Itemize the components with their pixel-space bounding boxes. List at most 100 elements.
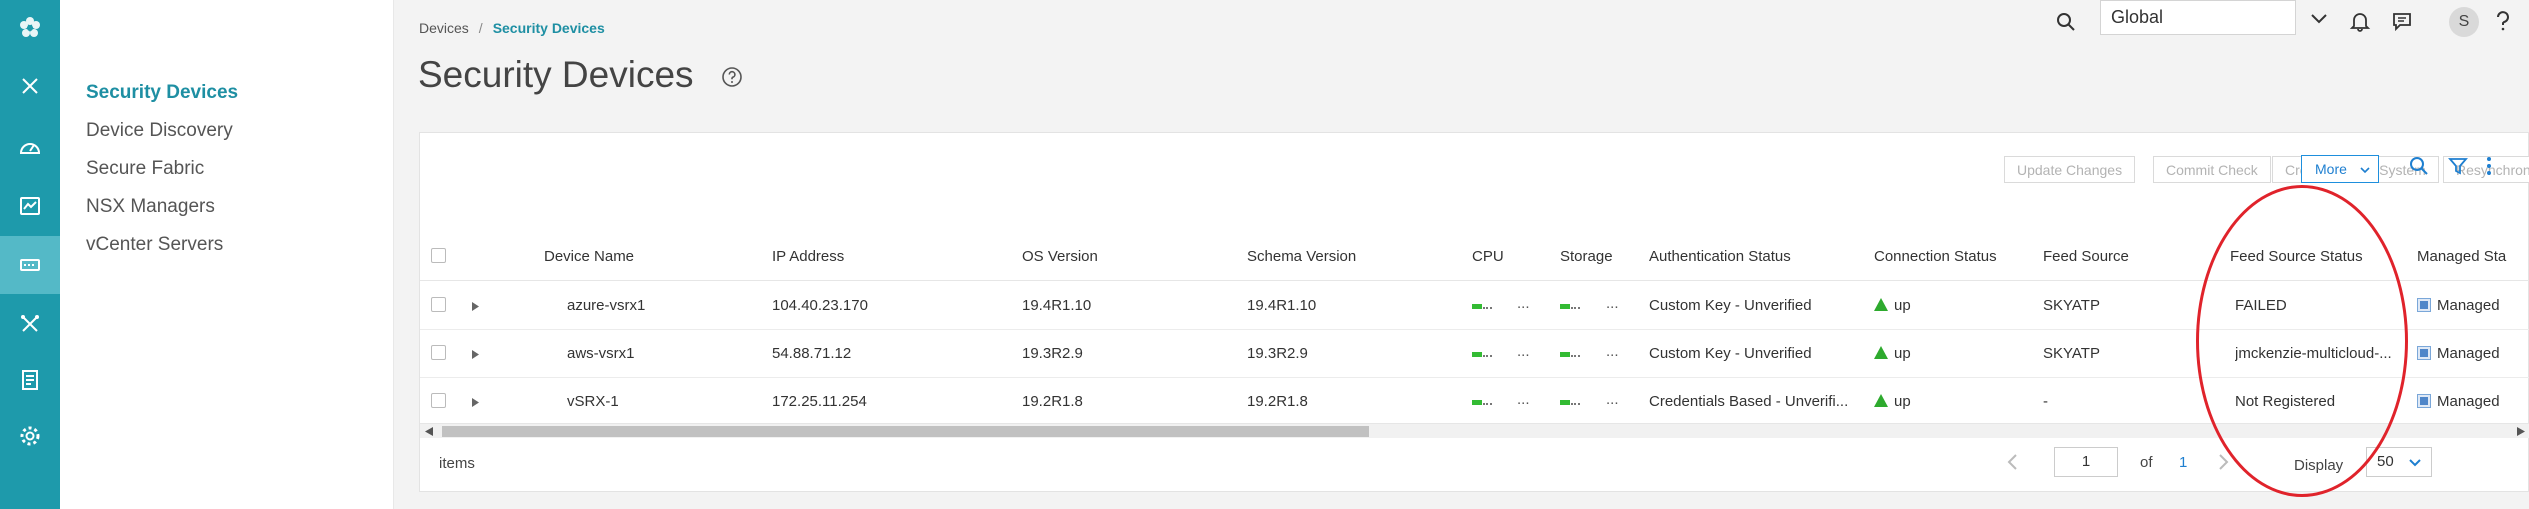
items-label: items bbox=[439, 455, 475, 472]
more-vertical-icon[interactable] bbox=[2478, 155, 2500, 177]
column-header-device-name[interactable]: Device Name bbox=[544, 233, 634, 281]
column-header-feed-source[interactable]: Feed Source bbox=[2043, 233, 2129, 281]
managed-icon bbox=[2417, 346, 2431, 360]
column-header-storage[interactable]: Storage bbox=[1560, 233, 1613, 281]
tools-icon[interactable] bbox=[0, 296, 60, 352]
feed-source-cell: SKYATP bbox=[2043, 297, 2100, 314]
column-header-ip-address[interactable]: IP Address bbox=[772, 233, 844, 281]
update-changes-button[interactable]: Update Changes bbox=[2004, 156, 2136, 183]
managed-icon bbox=[2417, 298, 2431, 312]
cpu-more-indicator: ... bbox=[1517, 343, 1530, 360]
column-header-os-version[interactable]: OS Version bbox=[1022, 233, 1098, 281]
help-icon[interactable] bbox=[2492, 10, 2514, 32]
flower-logo-icon[interactable] bbox=[0, 0, 60, 56]
select-all-checkbox[interactable] bbox=[431, 248, 446, 263]
managed-status-label: Managed bbox=[2437, 345, 2500, 362]
scope-select[interactable]: Global bbox=[2100, 0, 2296, 35]
managed-icon bbox=[2417, 394, 2431, 408]
scroll-left-icon[interactable] bbox=[425, 427, 433, 436]
close-icon[interactable] bbox=[0, 58, 60, 114]
messages-icon[interactable] bbox=[2391, 10, 2413, 32]
managed-status-cell: Managed bbox=[2417, 330, 2529, 378]
column-header-schema-version[interactable]: Schema Version bbox=[1247, 233, 1356, 281]
managed-status-label: Managed bbox=[2437, 297, 2500, 314]
storage-usage-bar bbox=[1560, 400, 1580, 406]
row-checkbox[interactable] bbox=[431, 297, 446, 312]
devices-subnav: Security Devices Device Discovery Secure… bbox=[60, 0, 394, 509]
more-button-label: More bbox=[2315, 161, 2347, 177]
chevron-down-icon bbox=[2360, 167, 2370, 174]
total-pages: 1 bbox=[2179, 454, 2188, 471]
scrollbar-thumb[interactable] bbox=[442, 426, 1369, 437]
os-version-cell: 19.3R2.9 bbox=[1022, 345, 1083, 362]
cpu-usage-bar bbox=[1472, 352, 1492, 358]
page-size-value: 50 bbox=[2377, 453, 2394, 470]
page-number-input[interactable]: 1 bbox=[2054, 447, 2118, 477]
subnav-item-security-devices[interactable]: Security Devices bbox=[86, 82, 238, 104]
column-header-connection-status[interactable]: Connection Status bbox=[1874, 233, 1997, 281]
connection-status-label: up bbox=[1894, 345, 1911, 362]
previous-page-icon[interactable] bbox=[2006, 452, 2020, 472]
more-button[interactable]: More bbox=[2301, 155, 2379, 183]
column-header-authentication-status[interactable]: Authentication Status bbox=[1649, 233, 1791, 281]
commit-check-button[interactable]: Commit Check bbox=[2153, 156, 2271, 183]
device-name-cell[interactable]: azure-vsrx1 bbox=[567, 282, 645, 330]
user-avatar[interactable]: S bbox=[2449, 7, 2479, 37]
breadcrumb-separator: / bbox=[478, 20, 483, 36]
connection-status-cell: up bbox=[1874, 282, 1911, 330]
managed-status-cell: Managed bbox=[2417, 282, 2529, 330]
subnav-item-device-discovery[interactable]: Device Discovery bbox=[86, 120, 233, 142]
report-icon[interactable] bbox=[0, 352, 60, 408]
row-checkbox[interactable] bbox=[431, 393, 446, 408]
expand-row-icon[interactable] bbox=[472, 398, 479, 407]
ip-address-cell: 54.88.71.12 bbox=[772, 345, 852, 362]
status-up-icon bbox=[1874, 394, 1888, 407]
icon-rail bbox=[0, 0, 60, 509]
cpu-usage-bar bbox=[1472, 304, 1492, 310]
expand-row-icon[interactable] bbox=[472, 350, 479, 359]
search-icon[interactable] bbox=[2055, 11, 2077, 33]
devices-icon[interactable] bbox=[0, 236, 60, 294]
device-name-cell[interactable]: vSRX-1 bbox=[567, 378, 619, 426]
grid-search-icon[interactable] bbox=[2408, 155, 2430, 177]
column-header-cpu[interactable]: CPU bbox=[1472, 233, 1504, 281]
cpu-more-indicator: ... bbox=[1517, 295, 1530, 312]
chevron-down-icon[interactable] bbox=[2310, 12, 2328, 26]
filter-icon[interactable] bbox=[2447, 155, 2469, 177]
storage-more-indicator: ... bbox=[1606, 391, 1619, 408]
status-up-icon bbox=[1874, 346, 1888, 359]
device-name-cell[interactable]: aws-vsrx1 bbox=[567, 330, 635, 378]
bell-icon[interactable] bbox=[2349, 10, 2371, 32]
page-of-label: of bbox=[2140, 454, 2153, 471]
monitor-icon[interactable] bbox=[0, 178, 60, 234]
storage-usage-bar bbox=[1560, 352, 1580, 358]
next-page-icon[interactable] bbox=[2216, 452, 2230, 472]
page-title: Security Devices bbox=[418, 54, 694, 95]
cpu-more-indicator: ... bbox=[1517, 391, 1530, 408]
os-version-cell: 19.4R1.10 bbox=[1022, 297, 1092, 314]
feed-source-cell: - bbox=[2043, 393, 2048, 410]
authentication-status-cell: Custom Key - Unverified bbox=[1649, 297, 1812, 314]
managed-status-cell: Managed bbox=[2417, 378, 2529, 426]
column-header-managed-status[interactable]: Managed Sta bbox=[2417, 233, 2529, 281]
breadcrumb-devices-link[interactable]: Devices bbox=[419, 20, 469, 36]
help-circle-icon[interactable] bbox=[721, 66, 743, 88]
scroll-right-icon[interactable] bbox=[2517, 427, 2525, 436]
expand-row-icon[interactable] bbox=[472, 302, 479, 311]
connection-status-label: up bbox=[1894, 297, 1911, 314]
managed-status-label: Managed bbox=[2437, 393, 2500, 410]
subnav-item-nsx-managers[interactable]: NSX Managers bbox=[86, 196, 215, 218]
connection-status-label: up bbox=[1894, 393, 1911, 410]
feed-source-cell: SKYATP bbox=[2043, 345, 2100, 362]
subnav-item-vcenter-servers[interactable]: vCenter Servers bbox=[86, 234, 223, 256]
grid-footer: items 1 of 1 Display 50 bbox=[420, 439, 2529, 493]
subnav-item-secure-fabric[interactable]: Secure Fabric bbox=[86, 158, 204, 180]
dashboard-icon[interactable] bbox=[0, 120, 60, 176]
ip-address-cell: 172.25.11.254 bbox=[772, 393, 867, 410]
settings-icon[interactable] bbox=[0, 408, 60, 464]
annotation-ellipse bbox=[2196, 185, 2408, 497]
schema-version-cell: 19.2R1.8 bbox=[1247, 393, 1308, 410]
authentication-status-cell: Custom Key - Unverified bbox=[1649, 345, 1812, 362]
row-checkbox[interactable] bbox=[431, 345, 446, 360]
schema-version-cell: 19.4R1.10 bbox=[1247, 297, 1317, 314]
